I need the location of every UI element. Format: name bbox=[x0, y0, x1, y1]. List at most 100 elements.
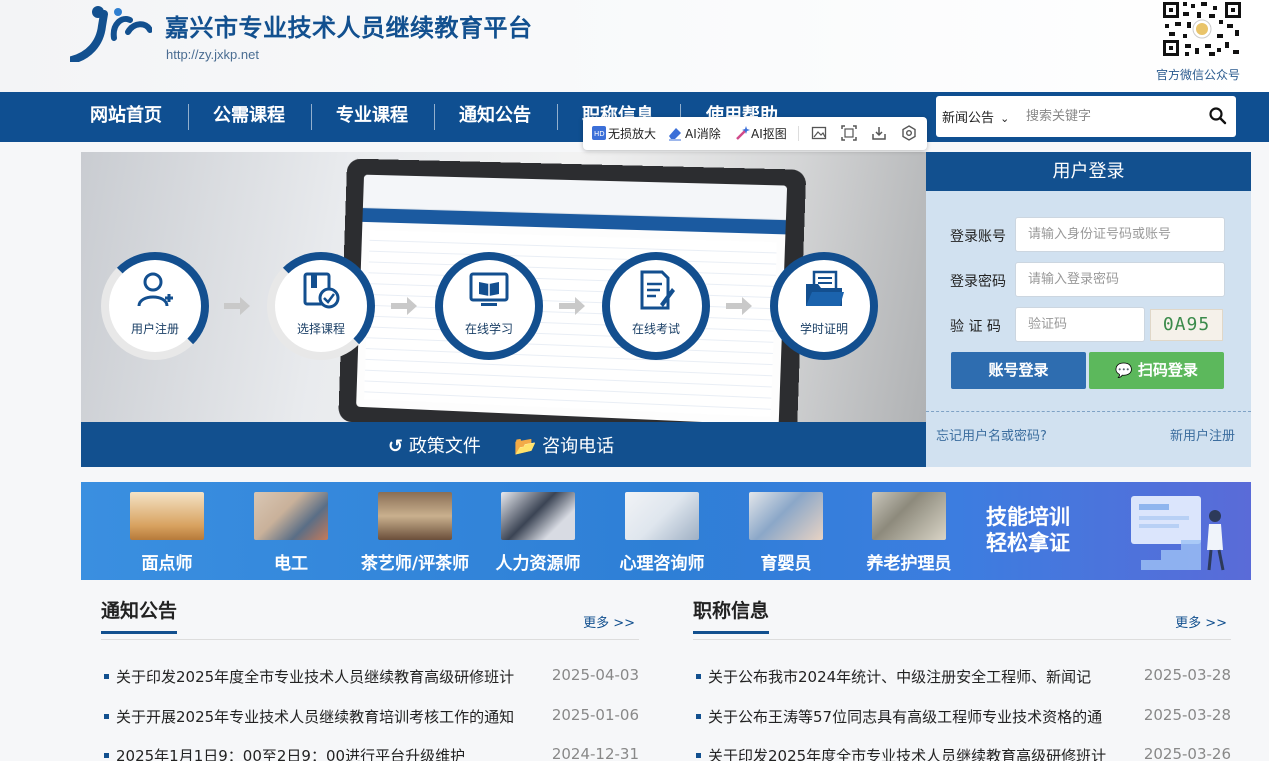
image-edit-icon[interactable] bbox=[811, 125, 827, 141]
skill-elderly-caregiver[interactable]: 养老护理员 bbox=[867, 492, 952, 574]
jx-logo-icon[interactable] bbox=[70, 4, 152, 62]
settings-icon[interactable] bbox=[901, 125, 917, 141]
item-title[interactable]: 关于印发2025年度全市专业技术人员继续教育高级研修班计 bbox=[116, 666, 546, 687]
electrician-photo bbox=[254, 492, 328, 540]
list-item[interactable]: 关于印发2025年度全市专业技术人员继续教育高级研修班计 2025-03-26 bbox=[693, 745, 1231, 761]
account-input[interactable] bbox=[1015, 217, 1225, 252]
nav-separator bbox=[188, 104, 189, 130]
item-title[interactable]: 2025年1月1日9：00至2日9：00进行平台升级维护 bbox=[116, 745, 546, 761]
crop-icon[interactable] bbox=[841, 125, 857, 141]
item-date: 2025-03-28 bbox=[1143, 666, 1231, 684]
captcha-label: 验 证 码 bbox=[950, 319, 1001, 335]
item-title[interactable]: 关于公布王涛等57位同志具有高级工程师专业技术资格的通 bbox=[708, 706, 1138, 727]
ai-upscale-button[interactable]: 无损放大 bbox=[608, 125, 656, 142]
nav-separator bbox=[434, 104, 435, 130]
skill-nursery-worker[interactable]: 育婴员 bbox=[749, 492, 823, 574]
site-url[interactable]: http://zy.jxkp.net bbox=[166, 47, 259, 62]
item-date: 2025-03-28 bbox=[1143, 706, 1231, 724]
account-login-button[interactable]: 账号登录 bbox=[951, 352, 1086, 389]
skill-pastry-chef[interactable]: 面点师 bbox=[130, 492, 204, 574]
step-online-exam[interactable]: 在线考试 bbox=[602, 252, 710, 360]
list-item[interactable]: 2025年1月1日9：00至2日9：00进行平台升级维护 2024-12-31 bbox=[101, 745, 639, 761]
more-link[interactable]: 更多 >> bbox=[583, 612, 635, 631]
step-choose-course[interactable]: 选择课程 bbox=[267, 252, 375, 360]
arrow-right-icon bbox=[224, 297, 250, 315]
ai-erase-button[interactable]: AI消除 bbox=[685, 125, 721, 142]
bullet-icon bbox=[104, 714, 109, 719]
step-label: 在线考试 bbox=[631, 322, 680, 336]
folder-icon bbox=[806, 270, 844, 306]
step-register[interactable]: 用户注册 bbox=[101, 252, 209, 360]
register-link[interactable]: 新用户注册 bbox=[1170, 425, 1235, 444]
user-add-icon bbox=[137, 272, 173, 307]
captcha-image[interactable]: 0A95 bbox=[1150, 309, 1223, 341]
section-title: 职称信息 bbox=[693, 596, 770, 634]
search-icon[interactable] bbox=[1208, 106, 1228, 126]
hero-banner: 用户注册 选择课程 在线学习 在线考试 学时证明 ↺ 政策文件 📂 咨询电话 bbox=[81, 152, 926, 467]
policy-files-label: 政策文件 bbox=[408, 436, 481, 457]
more-link[interactable]: 更多 >> bbox=[1175, 612, 1227, 631]
book-check-icon bbox=[303, 272, 340, 309]
item-title[interactable]: 关于印发2025年度全市专业技术人员继续教育高级研修班计 bbox=[708, 745, 1138, 761]
exam-paper-icon bbox=[640, 270, 675, 310]
nav-home[interactable]: 网站首页 bbox=[90, 92, 162, 142]
list-item[interactable]: 关于公布我市2024年统计、中级注册安全工程师、新闻记 2025-03-28 bbox=[693, 666, 1231, 688]
step-credit-certificate[interactable]: 学时证明 bbox=[770, 252, 878, 360]
toolbar-divider bbox=[798, 126, 799, 141]
skill-hr-specialist[interactable]: 人力资源师 bbox=[496, 492, 581, 574]
refresh-icon: ↺ bbox=[388, 436, 404, 457]
skill-label: 茶艺师/评茶师 bbox=[360, 554, 470, 574]
site-title: 嘉兴市专业技术人员继续教育平台 bbox=[165, 14, 533, 42]
account-label: 登录账号 bbox=[950, 229, 1006, 245]
skill-label: 养老护理员 bbox=[866, 554, 952, 574]
download-icon[interactable] bbox=[871, 125, 887, 141]
monitor-book-icon bbox=[469, 272, 509, 306]
step-online-study[interactable]: 在线学习 bbox=[435, 252, 543, 360]
item-title[interactable]: 关于开展2025年专业技术人员继续教育培训考核工作的通知 bbox=[116, 706, 546, 727]
list-item[interactable]: 关于开展2025年专业技术人员继续教育培训考核工作的通知 2025-01-06 bbox=[101, 706, 639, 728]
nav-separator bbox=[311, 104, 312, 130]
title-info-section: 职称信息 更多 >> 关于公布我市2024年统计、中级注册安全工程师、新闻记 2… bbox=[693, 596, 1231, 761]
password-input[interactable] bbox=[1015, 262, 1225, 297]
ai-image-toolbar: HD 无损放大 AI消除 AI抠图 bbox=[583, 117, 927, 150]
bullet-icon bbox=[696, 714, 701, 719]
search-category-label: 新闻公告 bbox=[942, 111, 995, 126]
psychologist-photo bbox=[625, 492, 699, 540]
nav-separator bbox=[557, 104, 558, 130]
scan-login-button[interactable]: 💬 扫码登录 bbox=[1089, 352, 1224, 389]
item-date: 2024-12-31 bbox=[551, 745, 639, 761]
item-title[interactable]: 关于公布我市2024年统计、中级注册安全工程师、新闻记 bbox=[708, 666, 1138, 687]
skills-training-banner[interactable]: 面点师 电工 茶艺师/评茶师 人力资源师 心理咨询师 育婴员 养老护理员 技能培… bbox=[81, 482, 1251, 580]
elderly-caregiver-photo bbox=[872, 492, 946, 540]
login-panel: 用户登录 登录账号 登录密码 验 证 码 0A95 账号登录 💬 扫码登录 忘记… bbox=[926, 152, 1251, 467]
nav-notices[interactable]: 通知公告 bbox=[459, 92, 531, 142]
skill-electrician[interactable]: 电工 bbox=[254, 492, 328, 574]
bullet-icon bbox=[104, 753, 109, 758]
eraser-icon bbox=[669, 128, 681, 141]
consult-phone-link[interactable]: 📂 咨询电话 bbox=[514, 432, 614, 458]
nav-professional-courses[interactable]: 专业课程 bbox=[336, 92, 408, 142]
list-item[interactable]: 关于印发2025年度全市专业技术人员继续教育高级研修班计 2025-04-03 bbox=[101, 666, 639, 688]
forgot-password-link[interactable]: 忘记用户名或密码? bbox=[936, 425, 1047, 444]
svg-text:HD: HD bbox=[594, 130, 605, 138]
site-header: 嘉兴市专业技术人员继续教育平台 http://zy.jxkp.net 官方微信公… bbox=[0, 0, 1269, 92]
list-item[interactable]: 关于公布王涛等57位同志具有高级工程师专业技术资格的通 2025-03-28 bbox=[693, 706, 1231, 728]
step-label: 用户注册 bbox=[130, 322, 179, 336]
policy-files-link[interactable]: ↺ 政策文件 bbox=[388, 432, 481, 458]
slogan-line: 轻松拿证 bbox=[986, 530, 1070, 555]
step-label: 学时证明 bbox=[799, 322, 848, 336]
consult-phone-label: 咨询电话 bbox=[542, 436, 615, 457]
bullet-icon bbox=[696, 674, 701, 679]
skill-psychologist[interactable]: 心理咨询师 bbox=[620, 492, 705, 574]
captcha-input[interactable] bbox=[1015, 307, 1145, 342]
nav-public-courses[interactable]: 公需课程 bbox=[213, 92, 285, 142]
qr-label: 官方微信公众号 bbox=[1156, 68, 1241, 82]
skill-label: 心理咨询师 bbox=[619, 554, 705, 574]
ai-cutout-button[interactable]: AI抠图 bbox=[751, 125, 787, 142]
search-category-select[interactable]: 新闻公告 ⌄ bbox=[942, 107, 1009, 126]
search-input[interactable] bbox=[1026, 104, 1196, 128]
hd-upscale-icon: HD bbox=[592, 126, 606, 140]
skill-tea-artist[interactable]: 茶艺师/评茶师 bbox=[361, 492, 469, 574]
arrow-right-icon bbox=[726, 297, 752, 315]
skill-label: 电工 bbox=[274, 554, 308, 574]
